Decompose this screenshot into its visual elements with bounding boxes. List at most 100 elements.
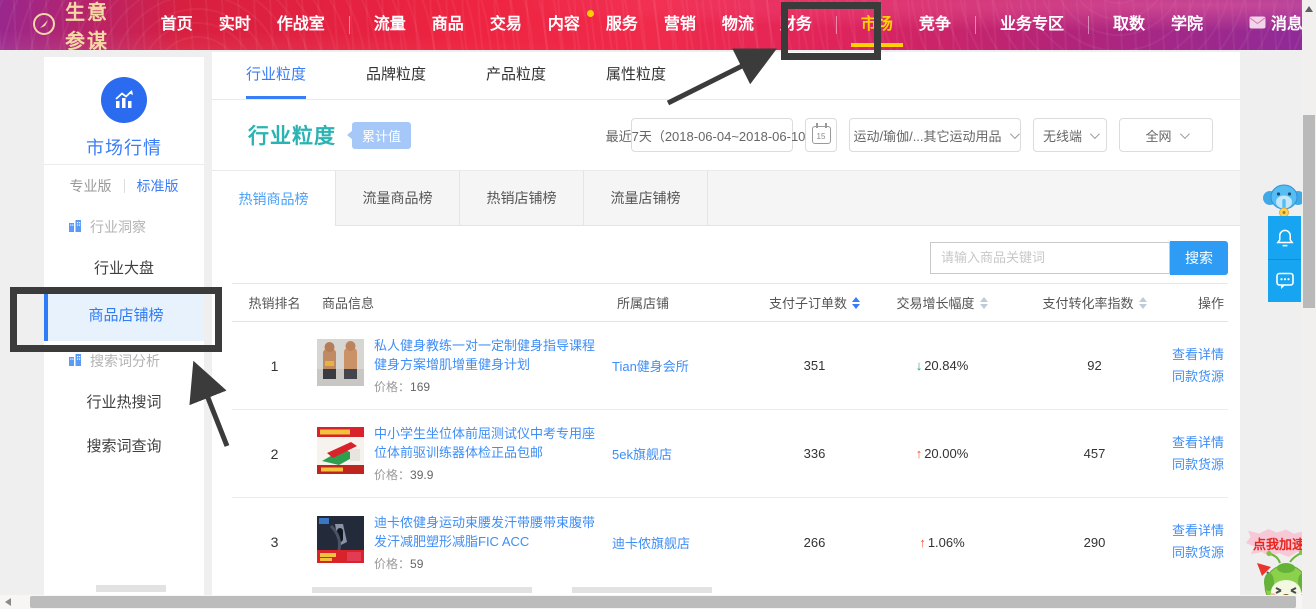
sidebar-item-product-shop-rank[interactable]: 商品店铺榜 (44, 291, 204, 341)
price-label: 价格： (374, 380, 410, 394)
tab-brand-granularity[interactable]: 品牌粒度 (366, 52, 426, 99)
notification-bell-button[interactable] (1268, 216, 1301, 259)
main-panel: 行业粒度 品牌粒度 产品粒度 属性粒度 行业粒度 累计值 最近7天（2018-0… (212, 52, 1240, 595)
subtab-hot-products[interactable]: 热销商品榜 (212, 171, 336, 226)
product-title-link[interactable]: 中小学生坐位体前屈测试仪中考专用座位体前驱训练器体检正品包邮 (374, 424, 602, 462)
nav-item-data-extract[interactable]: 取数 (1100, 0, 1158, 50)
sidebar-item-hot-search-terms[interactable]: 行业热搜词 (44, 381, 204, 425)
feedback-chat-button[interactable] (1268, 259, 1301, 302)
vertical-scrollbar[interactable] (1302, 0, 1316, 609)
view-details-link[interactable]: 查看详情 (1172, 520, 1224, 542)
shop-link[interactable]: 迪卡侬旗舰店 (612, 533, 762, 552)
product-title-link[interactable]: 迪卡侬健身运动束腰发汗带腰带束腹带发汗减肥塑形减脂FIC ACC (374, 513, 602, 551)
tab-industry-granularity[interactable]: 行业粒度 (246, 52, 306, 99)
vertical-scroll-thumb[interactable] (1303, 115, 1315, 308)
sort-icon[interactable] (980, 297, 988, 309)
version-divider (124, 179, 125, 193)
sidebar-group-label: 搜索词分析 (90, 351, 160, 371)
sort-icon[interactable] (852, 297, 860, 309)
sidebar-item-industry-overview[interactable]: 行业大盘 (44, 247, 204, 291)
conversion-index-value: 92 (1017, 358, 1172, 373)
nav-divider (349, 16, 350, 34)
market-chart-icon (101, 77, 147, 123)
date-range-selector[interactable]: 最近7天（2018-06-04~2018-06-10） (631, 118, 793, 152)
calendar-button[interactable]: 15 (805, 118, 837, 152)
product-price: 价格：39.9 (374, 466, 602, 483)
nav-item-marketing[interactable]: 营销 (651, 0, 709, 50)
col-header-conversion-index[interactable]: 支付转化率指数 (1017, 293, 1172, 312)
product-info-cell: 中小学生坐位体前屈测试仪中考专用座位体前驱训练器体检正品包邮 价格：39.9 (317, 414, 612, 493)
nav-item-academy[interactable]: 学院 (1158, 0, 1216, 50)
view-details-link[interactable]: 查看详情 (1172, 344, 1224, 366)
subtab-hot-shops[interactable]: 热销店铺榜 (460, 171, 584, 225)
nav-item-trade[interactable]: 交易 (477, 0, 535, 50)
nav-item-home[interactable]: 首页 (148, 0, 206, 50)
app-logo[interactable]: 生意参谋 (32, 0, 112, 54)
nav-item-service[interactable]: 服务 (593, 0, 651, 50)
page-title: 行业粒度 (248, 120, 336, 150)
floating-toolbar (1268, 216, 1301, 302)
paid-suborders-value: 336 (762, 446, 867, 461)
same-supply-link[interactable]: 同款货源 (1172, 542, 1224, 564)
product-image[interactable] (317, 516, 364, 563)
cumulative-value-badge: 累计值 (352, 122, 411, 149)
col-header-growth[interactable]: 交易增长幅度 (867, 293, 1017, 312)
active-tab-underline (851, 43, 903, 47)
col-header-label: 交易增长幅度 (896, 293, 974, 312)
nav-item-content[interactable]: 内容 (535, 0, 593, 50)
calendar-icon: 15 (812, 126, 831, 144)
nav-item-product[interactable]: 商品 (419, 0, 477, 50)
terminal-label: 无线端 (1043, 126, 1082, 145)
growth-cell: ↑1.06% (867, 535, 1017, 550)
scroll-left-arrow[interactable] (5, 598, 11, 606)
horizontal-scrollbar[interactable] (0, 595, 1302, 609)
col-header-actions: 操作 (1172, 293, 1228, 312)
search-row: 搜索 (232, 238, 1228, 284)
actions-cell: 查看详情同款货源 (1172, 432, 1228, 476)
price-label: 价格： (374, 468, 410, 482)
terminal-dropdown[interactable]: 无线端 (1033, 118, 1107, 152)
tab-attribute-granularity[interactable]: 属性粒度 (606, 52, 666, 99)
scroll-up-arrow[interactable] (1305, 6, 1313, 12)
nav-item-business-zone[interactable]: 业务专区 (987, 0, 1077, 50)
product-image[interactable] (317, 339, 364, 386)
search-button[interactable]: 搜索 (1170, 241, 1228, 275)
category-dropdown[interactable]: 运动/瑜伽/...其它运动用品 (849, 118, 1021, 152)
version-standard[interactable]: 标准版 (137, 176, 179, 196)
clipped-next-row (572, 587, 712, 593)
subtab-traffic-shops[interactable]: 流量店铺榜 (584, 171, 708, 225)
arrow-up-icon: ↑ (919, 535, 926, 550)
sort-icon[interactable] (1139, 297, 1147, 309)
tab-product-granularity[interactable]: 产品粒度 (486, 52, 546, 99)
growth-value: 1.06% (928, 535, 965, 550)
version-pro[interactable]: 专业版 (70, 176, 112, 196)
nav-item-war-room[interactable]: 作战室 (264, 0, 338, 50)
nav-item-realtime[interactable]: 实时 (206, 0, 264, 50)
rank-value: 1 (232, 358, 317, 374)
col-header-label: 支付子订单数 (769, 293, 847, 312)
scope-dropdown[interactable]: 全网 (1119, 118, 1213, 152)
sidebar-item-search-term-query[interactable]: 搜索词查询 (44, 425, 204, 469)
nav-item-competition[interactable]: 竞争 (906, 0, 964, 50)
same-supply-link[interactable]: 同款货源 (1172, 366, 1224, 388)
shop-link[interactable]: 5ek旗舰店 (612, 444, 762, 463)
same-supply-link[interactable]: 同款货源 (1172, 454, 1224, 476)
nav-item-market[interactable]: 市场 (848, 0, 906, 50)
horizontal-scroll-thumb[interactable] (30, 596, 1296, 608)
paid-suborders-value: 266 (762, 535, 867, 550)
nav-item-logistics[interactable]: 物流 (709, 0, 767, 50)
nav-item-traffic[interactable]: 流量 (361, 0, 419, 50)
keyword-search-input[interactable] (930, 242, 1170, 274)
growth-value: 20.00% (924, 446, 968, 461)
product-title-link[interactable]: 私人健身教练一对一定制健身指导课程健身方案增肌增重健身计划 (374, 336, 602, 374)
shop-link[interactable]: Tian健身会所 (612, 356, 762, 375)
ranking-subtabs: 热销商品榜 流量商品榜 热销店铺榜 流量店铺榜 (212, 170, 1240, 226)
rank-value: 3 (232, 534, 317, 550)
col-header-paid-suborders[interactable]: 支付子订单数 (762, 293, 867, 312)
subtab-traffic-products[interactable]: 流量商品榜 (336, 171, 460, 225)
view-details-link[interactable]: 查看详情 (1172, 432, 1224, 454)
product-image[interactable] (317, 427, 364, 474)
col-header-product-info: 商品信息 (317, 293, 612, 312)
nav-item-finance[interactable]: 财务 (767, 0, 825, 50)
top-nav: 生意参谋 首页 实时 作战室 流量 商品 交易 内容 服务 营销 物流 财务 市… (0, 0, 1316, 50)
